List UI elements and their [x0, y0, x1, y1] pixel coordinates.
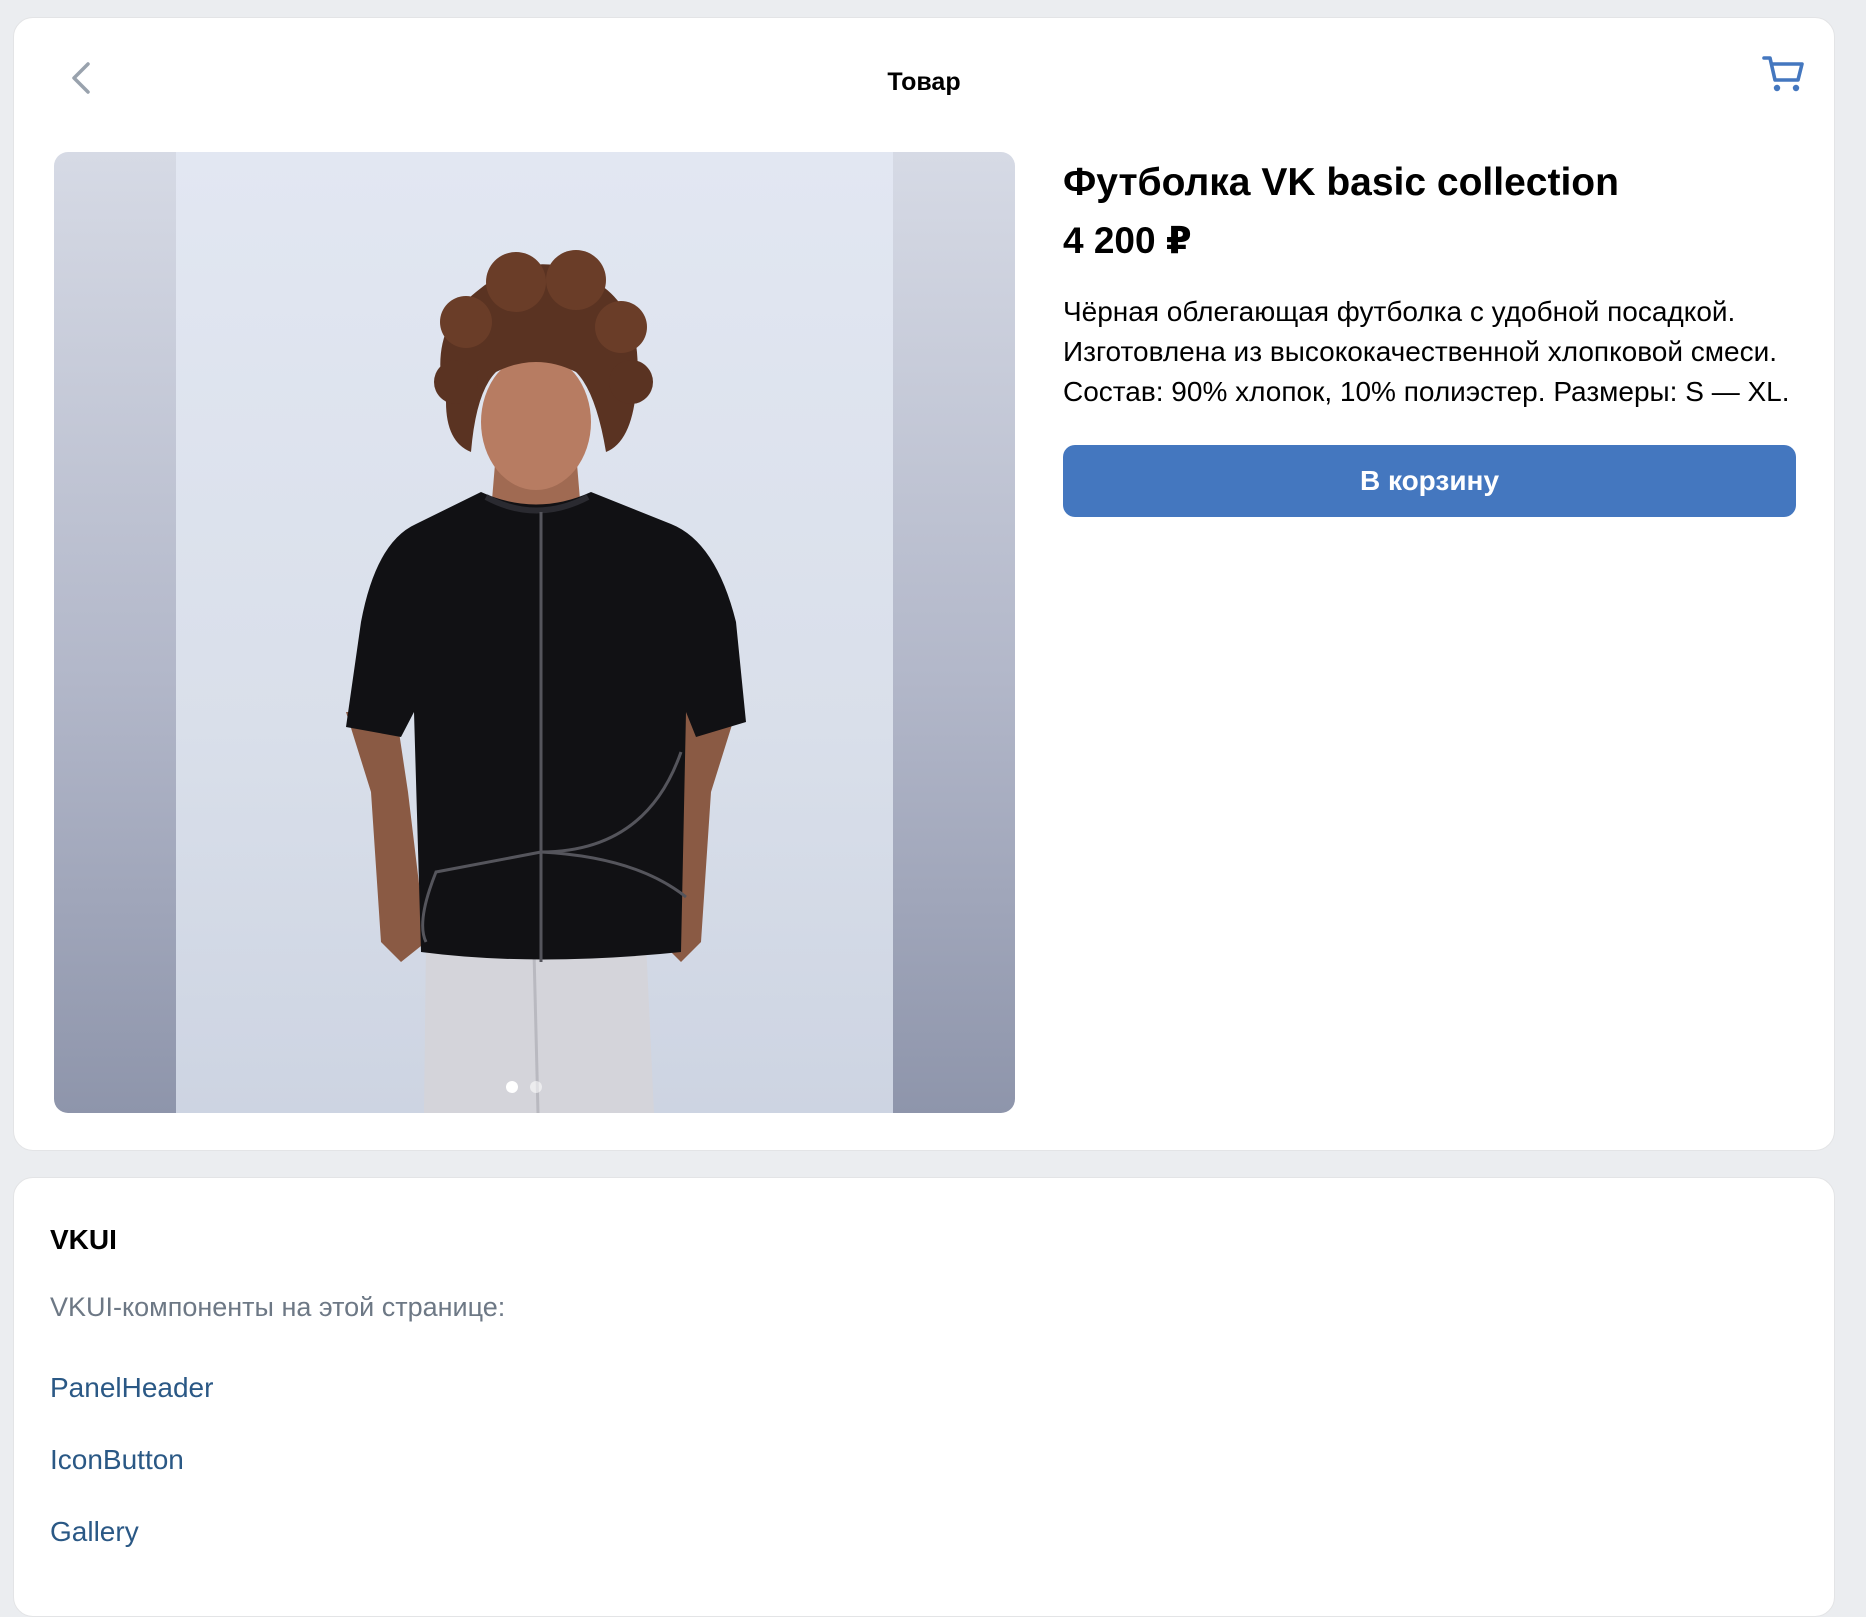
link-gallery[interactable]: Gallery — [50, 1516, 139, 1548]
gallery-pagination — [54, 1081, 1004, 1093]
link-panelheader[interactable]: PanelHeader — [50, 1372, 213, 1404]
product-panel: Товар Футболка VK basic collection 4 200… — [13, 17, 1835, 1151]
product-description: Чёрная облегающая футболка с удобной пос… — [1063, 296, 1790, 407]
vkui-title: VKUI — [50, 1224, 117, 1255]
panel-header: Товар — [14, 18, 1834, 114]
vkui-subtitle: VKUI-компоненты на этой странице: — [50, 1292, 506, 1322]
product-photo — [176, 152, 893, 1113]
cart-button[interactable] — [1756, 46, 1812, 102]
gallery-dot-1[interactable] — [505, 1081, 518, 1093]
shopping-cart-icon — [1762, 56, 1804, 92]
page-title: Товар — [887, 68, 961, 96]
model-in-tshirt-image — [346, 250, 746, 1113]
product-gallery[interactable] — [54, 152, 1015, 1113]
add-to-cart-button[interactable]: В корзину — [1063, 445, 1796, 517]
link-iconbutton[interactable]: IconButton — [50, 1444, 184, 1476]
product-title: Футболка VK basic collection — [1063, 161, 1619, 204]
product-price: 4 200 ₽ — [1063, 220, 1192, 261]
product-info: Футболка VK basic collection 4 200 ₽ Чёр… — [1063, 158, 1803, 517]
gallery-dot-2[interactable] — [529, 1081, 542, 1093]
vkui-info-card: VKUI VKUI-компоненты на этой странице: P… — [13, 1177, 1835, 1617]
